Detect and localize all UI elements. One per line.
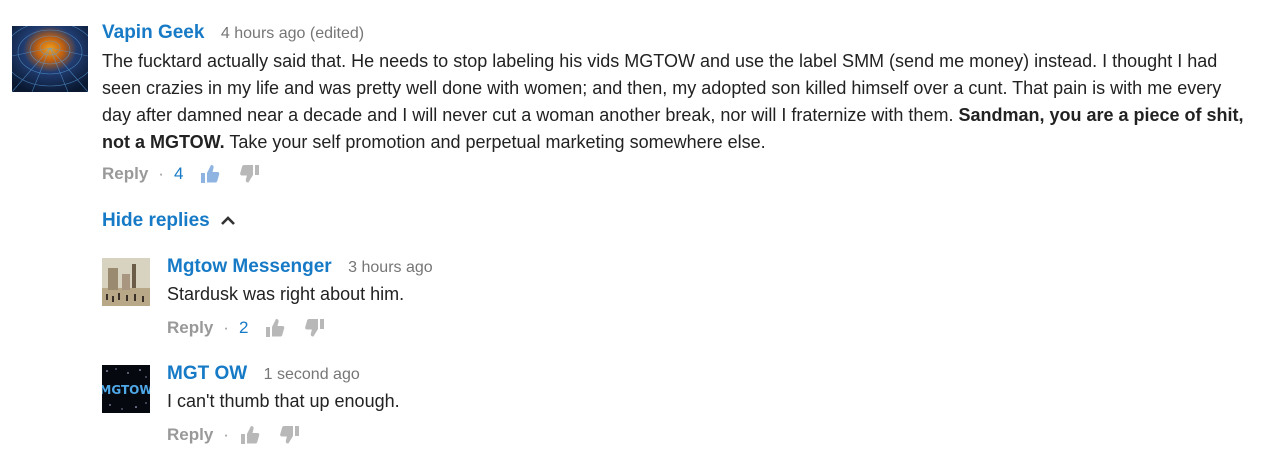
timestamp[interactable]: 3 hours ago xyxy=(348,259,433,276)
thumbs-down-icon[interactable] xyxy=(279,424,301,446)
comment-actions: Reply · xyxy=(167,424,319,446)
timestamp[interactable]: 1 second ago xyxy=(264,366,360,383)
like-count: 4 xyxy=(173,164,184,183)
avatar[interactable] xyxy=(12,26,88,92)
tunnel-avatar-image xyxy=(12,26,88,92)
author-name[interactable]: Mgtow Messenger xyxy=(167,256,332,277)
separator-dot: · xyxy=(223,318,229,337)
comment-header: Vapin Geek 4 hours ago (edited) xyxy=(102,22,364,44)
reply-button[interactable]: Reply xyxy=(167,318,213,338)
comment-text: I can't thumb that up enough. xyxy=(167,391,400,411)
comment: Vapin Geek 4 hours ago (edited) The fuck… xyxy=(0,0,1280,200)
reply-button[interactable]: Reply xyxy=(167,425,213,445)
author-name[interactable]: MGT OW xyxy=(167,363,247,384)
comment-header: Mgtow Messenger 3 hours ago xyxy=(167,256,433,278)
separator-dot: · xyxy=(223,425,229,444)
reply-comment: MGTOW MGT OW 1 second ago I can't thumb … xyxy=(0,357,1280,457)
thumbs-down-icon[interactable] xyxy=(304,317,326,339)
comment-header: MGT OW 1 second ago xyxy=(167,363,360,385)
comment-text-part2: Take your self promotion and perpetual m… xyxy=(224,132,766,152)
avatar[interactable]: MGTOW xyxy=(102,365,150,413)
author-name[interactable]: Vapin Geek xyxy=(102,22,204,43)
comment-actions: Reply · 2 xyxy=(167,317,344,339)
thumbs-up-icon[interactable] xyxy=(239,424,261,446)
thumbs-down-icon[interactable] xyxy=(239,163,261,185)
mgtow-logo-avatar-image: MGTOW xyxy=(102,365,150,413)
separator-dot: · xyxy=(158,164,164,183)
thumbs-up-icon[interactable] xyxy=(264,317,286,339)
reply-comment: Mgtow Messenger 3 hours ago Stardusk was… xyxy=(0,250,1280,345)
like-count: 2 xyxy=(238,318,249,337)
reply-button[interactable]: Reply xyxy=(102,164,148,184)
hide-replies-button[interactable]: Hide replies xyxy=(102,210,236,232)
comment-text: Stardusk was right about him. xyxy=(167,284,405,304)
thumbs-up-icon[interactable] xyxy=(199,163,221,185)
timestamp[interactable]: 4 hours ago (edited) xyxy=(221,25,364,42)
painting-avatar-image xyxy=(102,258,150,306)
comment-actions: Reply · 4 xyxy=(102,163,279,185)
hide-replies-label: Hide replies xyxy=(102,210,210,231)
comment-text: The fucktard actually said that. He need… xyxy=(102,48,1252,156)
chevron-up-icon xyxy=(220,210,236,232)
svg-text:MGTOW: MGTOW xyxy=(102,383,150,397)
avatar[interactable] xyxy=(102,258,150,306)
